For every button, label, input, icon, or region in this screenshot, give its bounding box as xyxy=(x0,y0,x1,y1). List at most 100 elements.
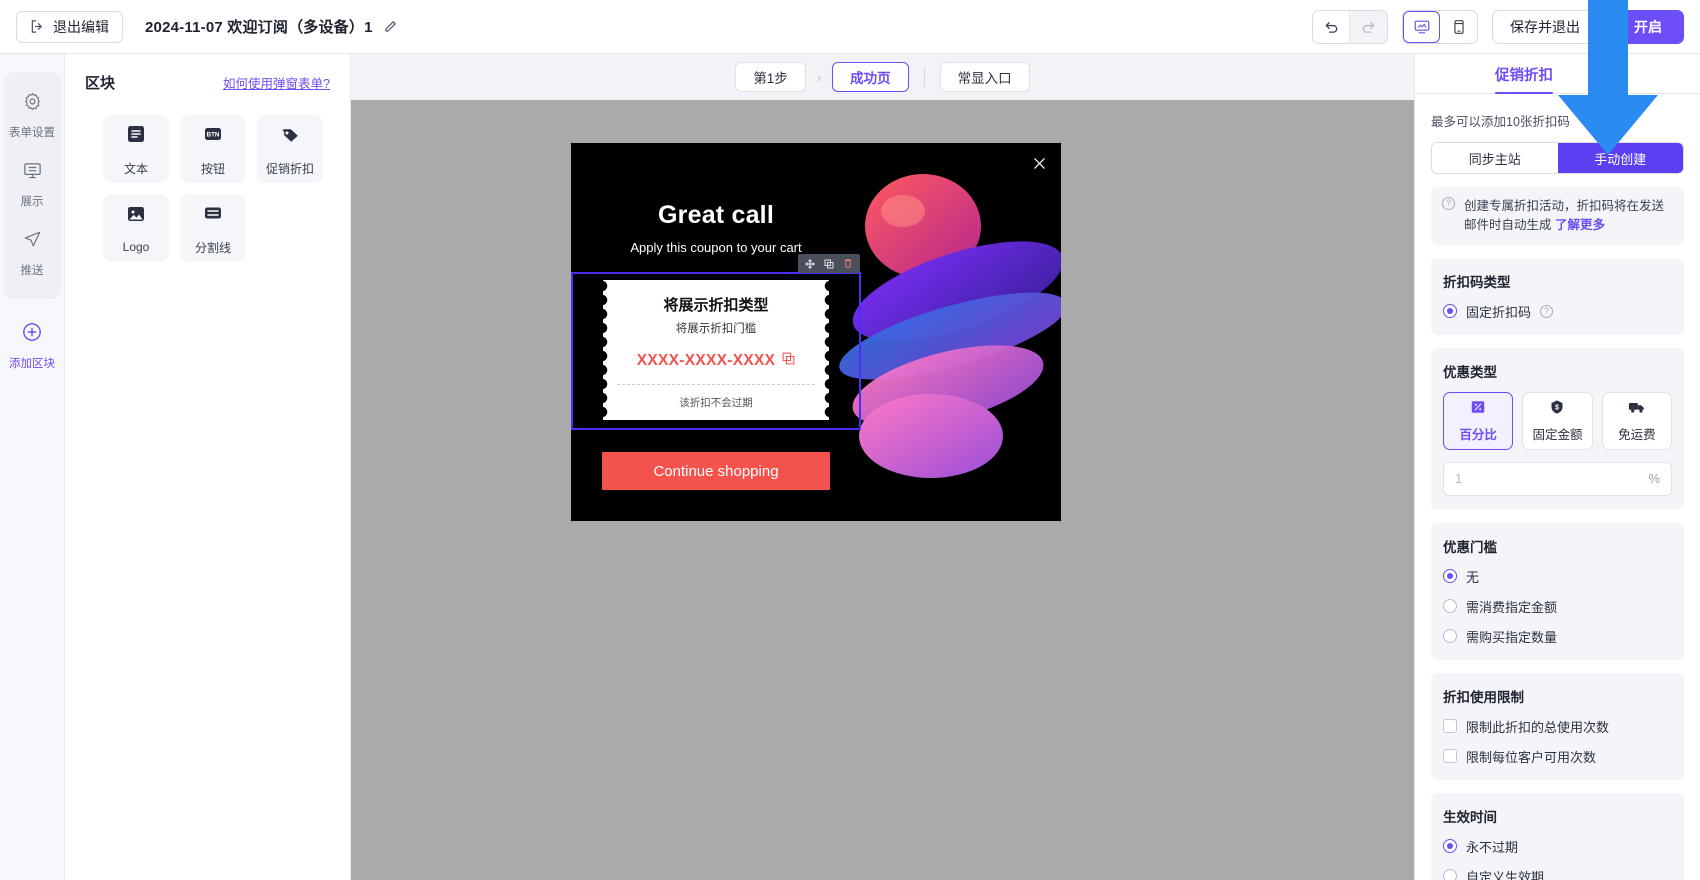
benefit-type-title: 优惠类型 xyxy=(1443,361,1672,381)
radio-label: 自定义生效期 xyxy=(1466,867,1544,880)
how-to-use-link[interactable]: 如何使用弹窗表单? xyxy=(223,73,330,92)
checkbox-total-usage-limit[interactable]: 限制此折扣的总使用次数 xyxy=(1443,717,1672,736)
coupon-expire-text: 该折扣不会过期 xyxy=(617,395,815,410)
continue-shopping-button[interactable]: Continue shopping xyxy=(602,452,830,490)
code-type-title: 折扣码类型 xyxy=(1443,271,1672,291)
block-label: Logo xyxy=(123,240,150,254)
main-body: 表单设置 展示 xyxy=(0,54,1700,880)
tab-promotion-discount[interactable]: 促销折扣 xyxy=(1495,64,1553,93)
tab-label: 样式 xyxy=(1591,68,1620,84)
block-item-discount[interactable]: 促销折扣 xyxy=(257,115,323,183)
checkbox-per-customer-limit[interactable]: 限制每位客户可用次数 xyxy=(1443,747,1672,766)
code-type-card: 折扣码类型 固定折扣码 ? xyxy=(1431,258,1684,335)
popup-preview: Great call Apply this coupon to your car… xyxy=(571,143,1061,521)
tag-block-icon xyxy=(278,122,302,151)
radio-threshold-min-quantity[interactable]: 需购买指定数量 xyxy=(1443,627,1672,646)
copy-icon[interactable] xyxy=(782,352,795,370)
close-icon[interactable] xyxy=(1031,155,1047,171)
trash-icon[interactable] xyxy=(843,258,853,269)
benefit-type-card: 优惠类型 百分比 xyxy=(1431,348,1684,510)
segment-sync-main-site[interactable]: 同步主站 xyxy=(1432,143,1558,173)
benefit-free-shipping-option[interactable]: 免运费 xyxy=(1602,392,1672,450)
block-floating-toolbar xyxy=(798,254,860,273)
block-item-logo[interactable]: Logo xyxy=(103,194,169,262)
desktop-preview-button[interactable] xyxy=(1403,11,1440,43)
benefit-label: 固定金额 xyxy=(1532,424,1582,443)
coupon-block-selected[interactable]: 将展示折扣类型 将展示折扣门槛 XXXX-XXXX-XXXX xyxy=(571,272,861,430)
blocks-header: 区块 如何使用弹窗表单? xyxy=(85,72,330,93)
undo-button[interactable] xyxy=(1313,11,1350,43)
discount-value-input[interactable] xyxy=(1455,471,1648,486)
enable-button[interactable]: 开启 xyxy=(1612,10,1684,44)
canvas-step-bar: 第1步 › 成功页 常显入口 xyxy=(351,54,1414,100)
radio-indicator xyxy=(1443,839,1457,853)
image-block-icon xyxy=(124,202,148,231)
text-block-icon xyxy=(124,122,148,151)
usage-limit-title: 折扣使用限制 xyxy=(1443,686,1672,706)
benefit-fixed-amount-option[interactable]: $ 固定金额 xyxy=(1522,392,1592,450)
left-rail: 表单设置 展示 xyxy=(0,54,65,880)
app-root: 退出编辑 2024-11-07 欢迎订阅（多设备）1 xyxy=(0,0,1700,880)
mobile-preview-button[interactable] xyxy=(1440,11,1477,43)
block-item-divider[interactable]: 分割线 xyxy=(180,194,246,262)
tab-style[interactable]: 样式 xyxy=(1591,64,1620,93)
sidebar-item-form-settings[interactable]: 表单设置 xyxy=(4,80,61,149)
segment-label: 手动创建 xyxy=(1594,149,1646,168)
checkbox-label: 限制每位客户可用次数 xyxy=(1466,747,1596,766)
learn-more-link[interactable]: 了解更多 xyxy=(1555,218,1605,232)
add-block-button[interactable]: 添加区块 xyxy=(9,321,55,371)
radio-label: 无 xyxy=(1466,567,1479,586)
radio-fixed-code[interactable]: 固定折扣码 ? xyxy=(1443,302,1672,321)
coupon-dashed-divider xyxy=(617,384,815,385)
exit-edit-button[interactable]: 退出编辑 xyxy=(16,11,123,43)
usage-limit-card: 折扣使用限制 限制此折扣的总使用次数 限制每位客户可用次数 xyxy=(1431,673,1684,780)
right-panel-tabs: 促销折扣 样式 xyxy=(1415,54,1700,94)
radio-never-expire[interactable]: 永不过期 xyxy=(1443,837,1672,856)
radio-label: 需购买指定数量 xyxy=(1466,627,1557,646)
radio-custom-validity[interactable]: 自定义生效期 xyxy=(1443,867,1672,880)
validity-title: 生效时间 xyxy=(1443,806,1672,826)
entry-chip-label: 常显入口 xyxy=(958,67,1012,87)
sidebar-item-push[interactable]: 推送 xyxy=(4,218,61,287)
question-icon[interactable]: ? xyxy=(1540,305,1553,318)
tab-success-page[interactable]: 成功页 xyxy=(832,62,909,92)
coupon-card: 将展示折扣类型 将展示折扣门槛 XXXX-XXXX-XXXX xyxy=(603,280,829,420)
move-icon[interactable] xyxy=(805,259,815,269)
block-item-text[interactable]: 文本 xyxy=(103,115,169,183)
blocks-title: 区块 xyxy=(85,72,115,93)
radio-label: 固定折扣码 xyxy=(1466,302,1531,321)
redo-button[interactable] xyxy=(1350,11,1387,43)
sidebar-label: 表单设置 xyxy=(9,124,55,140)
edit-pencil-icon[interactable] xyxy=(382,19,398,35)
step-label: 成功页 xyxy=(850,67,891,87)
tab-persistent-entry[interactable]: 常显入口 xyxy=(940,62,1030,92)
benefit-percent-option[interactable]: 百分比 xyxy=(1443,392,1513,450)
coupon-discount-type: 将展示折扣类型 xyxy=(617,294,815,315)
tab-step-1[interactable]: 第1步 xyxy=(735,62,806,92)
enable-label: 开启 xyxy=(1634,17,1662,37)
checkbox-indicator xyxy=(1443,719,1457,733)
right-panel-body: 最多可以添加10张折扣码 同步主站 手动创建 ? 创建专属折扣活动，折扣码将在发… xyxy=(1415,94,1700,880)
sidebar-label: 展示 xyxy=(21,193,44,209)
radio-threshold-min-spend[interactable]: 需消费指定金额 xyxy=(1443,597,1672,616)
dollar-icon: $ xyxy=(1549,399,1565,418)
radio-threshold-none[interactable]: 无 xyxy=(1443,567,1672,586)
history-button-group xyxy=(1312,10,1388,44)
segment-label: 同步主站 xyxy=(1469,149,1521,168)
block-label: 分割线 xyxy=(195,239,231,256)
block-label: 促销折扣 xyxy=(266,160,314,177)
discount-value-field[interactable]: % xyxy=(1443,462,1672,496)
duplicate-icon[interactable] xyxy=(824,259,834,269)
radio-indicator xyxy=(1443,304,1457,318)
discount-source-segment: 同步主站 手动创建 xyxy=(1431,142,1684,174)
block-item-button[interactable]: BTN 按钮 xyxy=(180,115,246,183)
radio-indicator xyxy=(1443,599,1457,613)
save-and-exit-button[interactable]: 保存并退出 xyxy=(1492,10,1598,44)
question-circle-icon: ? xyxy=(1442,197,1455,210)
benefit-label: 百分比 xyxy=(1459,424,1497,443)
radio-indicator xyxy=(1443,569,1457,583)
segment-manual-create[interactable]: 手动创建 xyxy=(1558,143,1684,173)
add-block-label: 添加区块 xyxy=(9,355,55,371)
sidebar-item-display[interactable]: 展示 xyxy=(4,149,61,218)
device-preview-group xyxy=(1402,10,1478,44)
